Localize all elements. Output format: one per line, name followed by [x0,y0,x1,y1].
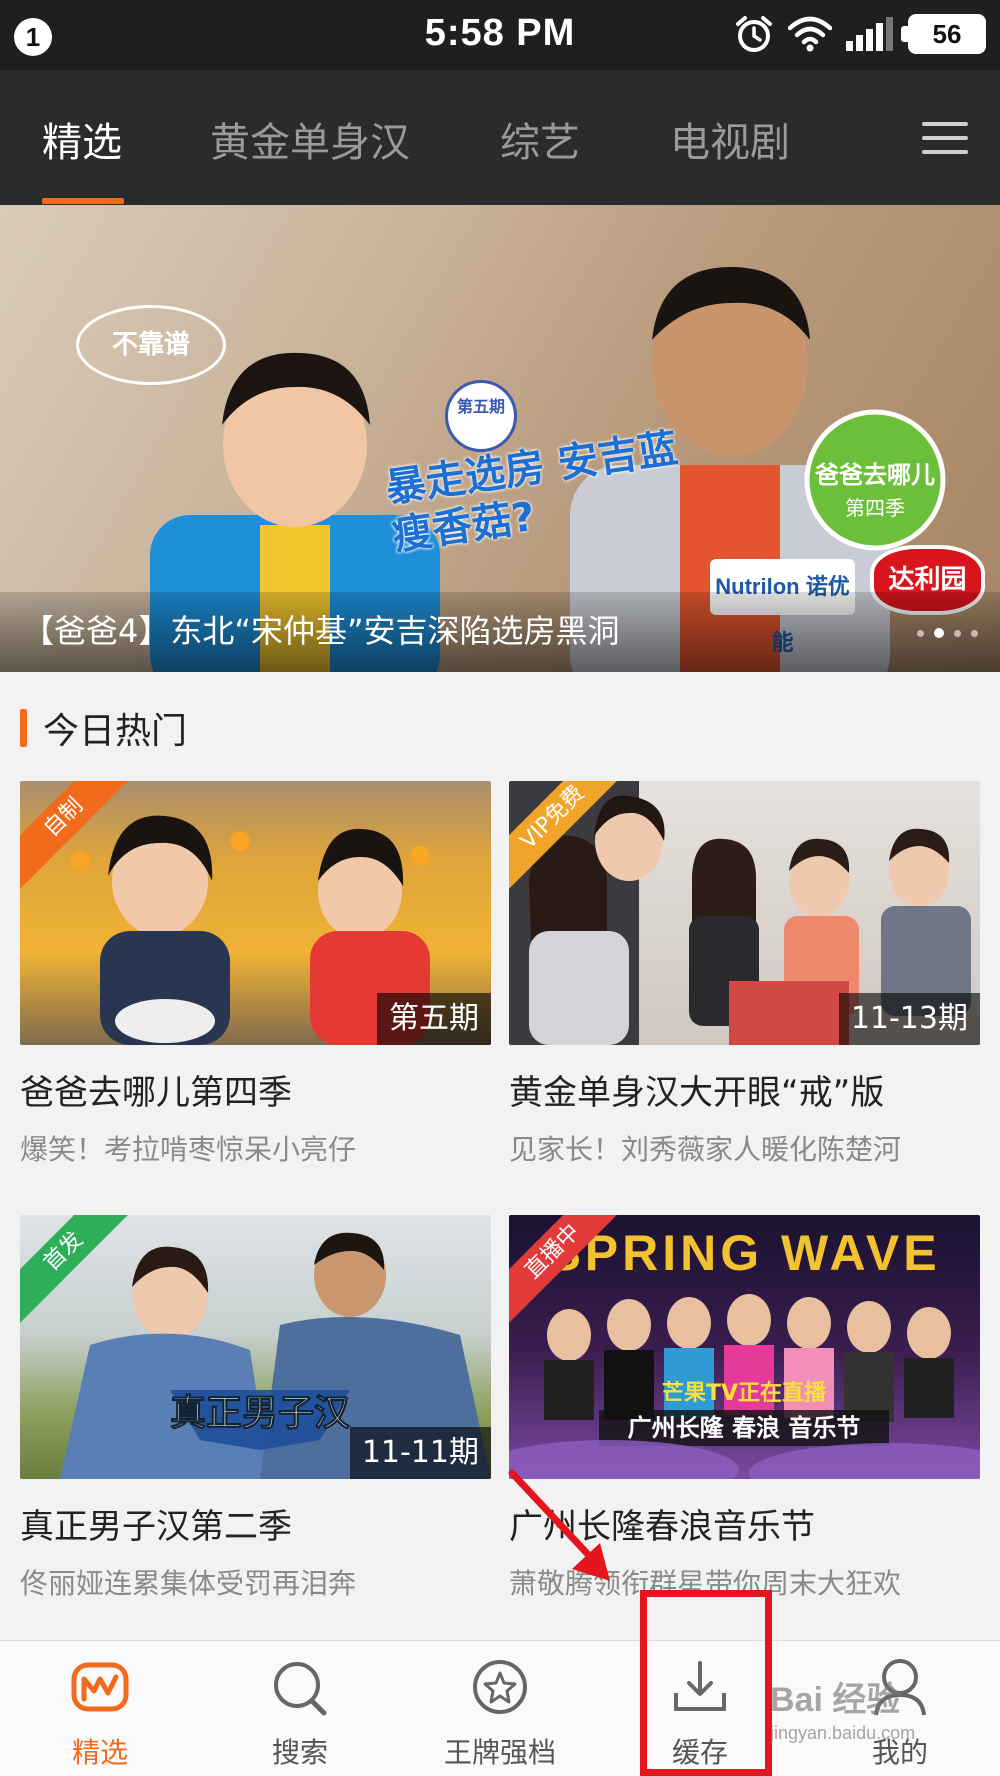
section-title: 今日热门 [43,711,188,752]
episode-label: 第五期 [377,993,491,1045]
svg-text:真正男子汉: 真正男子汉 [170,1393,351,1434]
annotation-arrow [508,1469,610,1581]
battery-icon: 56 [901,14,986,54]
svg-text:SPRING WAVE: SPRING WAVE [547,1225,940,1281]
video-subtitle: 佟丽娅连累集体受罚再泪奔 [20,1567,357,1600]
page-dot [954,629,961,637]
baidu-jingyan-watermark: Bai 经验 jingyan.baidu.com [770,1681,916,1743]
signal-icon [846,17,893,51]
video-card[interactable]: VIP免费 11-13期 黄金单身汉大开眼“戒”版 见家长！刘秀薇家人暖化陈楚河 [509,781,980,1168]
svg-text:第四季: 第四季 [845,496,905,520]
tab-featured[interactable]: 精选 [42,110,122,168]
page-dot-active [934,628,944,638]
annotation-highlight-box [640,1590,772,1776]
hero-banner[interactable]: 不靠谱 第五期 暴走选房 安吉蓝瘦香菇? 爸爸去哪儿 第四季 Nutrilon … [0,205,1000,672]
page-dot [971,629,978,637]
episode-label: 11-13期 [838,993,980,1045]
tab-tv-series[interactable]: 电视剧 [670,110,790,168]
svg-text:芒果TV正在直播: 芒果TV正在直播 [662,1380,827,1406]
nav-label: 王牌强档 [443,1736,556,1769]
mango-logo-icon [71,1662,129,1712]
thumbnail-image: SPRING WAVE 芒果TV正在直播 广州长隆 春浪 音乐节 [509,1225,980,1479]
status-bar: 1 5:58 PM 56 [0,0,1000,70]
nav-label: 精选 [71,1736,128,1769]
nav-top-picks[interactable]: 王牌强档 [400,1641,600,1776]
svg-text:爸爸去哪儿: 爸爸去哪儿 [814,461,935,489]
video-subtitle: 爆笑！考拉啃枣惊呆小亮仔 [20,1133,357,1166]
section-accent-bar [20,709,27,747]
nav-featured[interactable]: 精选 [0,1641,200,1776]
search-icon [274,1662,327,1716]
svg-text:广州长隆 春浪 音乐节: 广州长隆 春浪 音乐节 [628,1414,861,1442]
active-tab-indicator [42,198,124,204]
tab-variety[interactable]: 综艺 [500,110,580,168]
video-thumbnail[interactable]: VIP免费 11-13期 [509,781,980,1045]
nav-label: 搜索 [271,1736,328,1769]
banner-bubble-text: 不靠谱 [76,305,226,385]
page-dot [917,629,924,637]
hamburger-menu-icon[interactable] [890,70,1000,205]
video-title[interactable]: 真正男子汉第二季 [20,1499,491,1548]
nav-search[interactable]: 搜索 [200,1641,400,1776]
banner-caption-bar: 【爸爸4】东北“宋仲基”安吉深陷选房黑洞 [0,592,1000,672]
video-thumbnail[interactable]: 自制 第五期 [20,781,491,1045]
video-thumbnail[interactable]: 真正男子汉 首发 11-11期 [20,1215,491,1479]
video-title[interactable]: 黄金单身汉大开眼“戒”版 [509,1065,980,1114]
wifi-icon [788,16,832,52]
banner-caption: 【爸爸4】东北“宋仲基”安吉深陷选房黑洞 [22,612,620,650]
section-header: 今日热门 [20,708,187,752]
episode-label: 11-11期 [349,1427,491,1479]
banner-page-dots [917,628,978,638]
video-card[interactable]: 自制 第五期 爸爸去哪儿第四季 爆笑！考拉啃枣惊呆小亮仔 [20,781,491,1168]
show-logo: 爸爸去哪儿 第四季 [804,409,946,551]
video-thumbnail[interactable]: SPRING WAVE 芒果TV正在直播 广州长隆 春浪 音乐节 直播中 [509,1215,980,1479]
video-title[interactable]: 爸爸去哪儿第四季 [20,1065,491,1114]
top-tab-bar: 精选 黄金单身汉 综艺 电视剧 青 [0,70,1000,205]
alarm-icon [736,16,772,52]
star-badge-icon [473,1660,527,1714]
tab-golden-bachelor[interactable]: 黄金单身汉 [210,110,410,168]
status-icons: 56 [734,14,986,54]
video-card[interactable]: 真正男子汉 首发 11-11期 真正男子汉第二季 佟丽娅连累集体受罚再泪奔 [20,1215,491,1602]
video-subtitle: 见家长！刘秀薇家人暖化陈楚河 [509,1133,902,1166]
